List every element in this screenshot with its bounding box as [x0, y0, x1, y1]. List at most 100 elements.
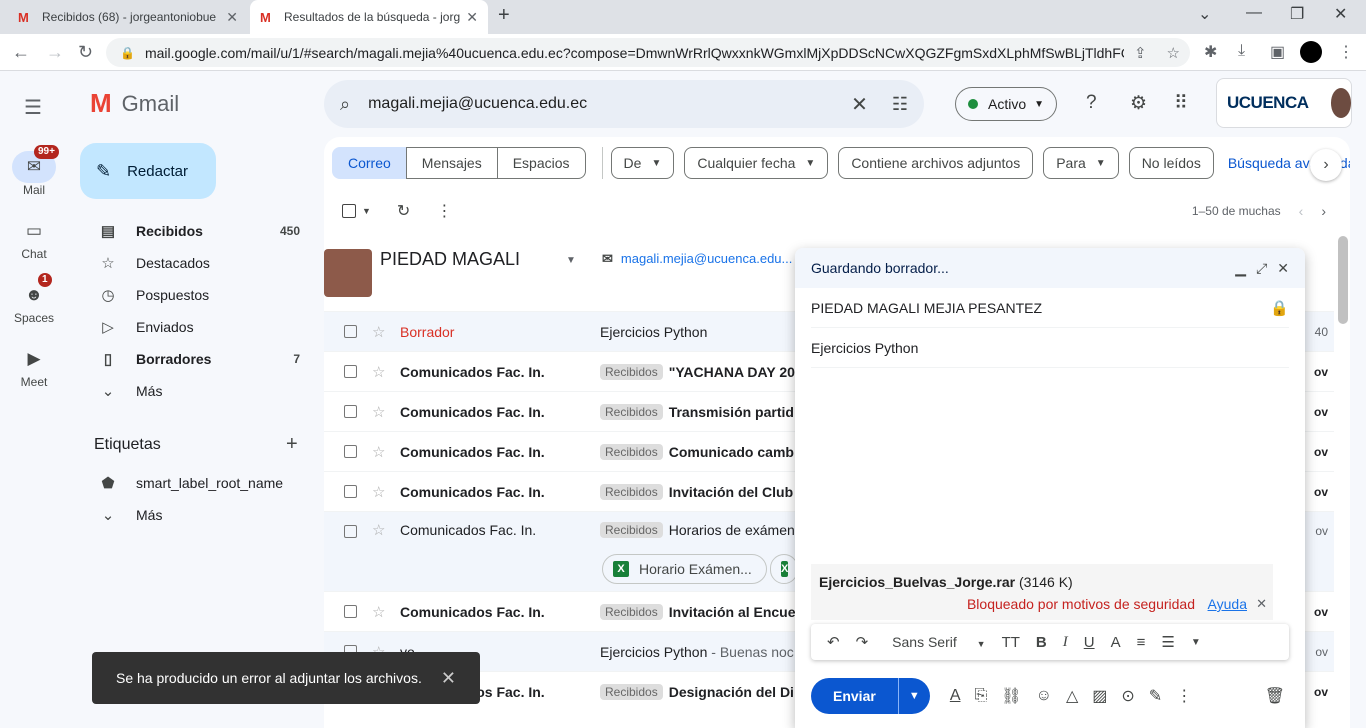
drive-icon[interactable]: △ [1066, 686, 1078, 706]
close-icon[interactable]: ✕ [1277, 260, 1289, 277]
chevron-right-icon[interactable]: › [1321, 203, 1326, 219]
browser-tab-search[interactable]: M Resultados de la búsqueda - jorg ✕ [250, 0, 488, 34]
send-button[interactable]: Enviar [811, 678, 898, 714]
chip-unread[interactable]: No leídos [1128, 147, 1214, 179]
help-link[interactable]: Ayuda [1208, 596, 1247, 612]
browser-menu-icon[interactable]: ⋮ [1338, 42, 1354, 62]
chip-to[interactable]: Para ▼ [1043, 147, 1119, 179]
star-icon[interactable]: ☆ [372, 323, 385, 341]
minimize-icon[interactable]: — [1246, 4, 1262, 22]
lock-icon[interactable]: 🔒 [120, 46, 135, 60]
formatting-options-icon[interactable]: A [950, 687, 961, 705]
attachment-chip[interactable]: X [770, 554, 798, 584]
gmail-logo[interactable]: M Gmail [90, 88, 179, 119]
trash-icon[interactable]: 🗑 [1265, 686, 1285, 706]
row-checkbox[interactable] [344, 485, 357, 498]
row-label[interactable]: Recibidos [600, 603, 663, 620]
star-icon[interactable]: ☆ [372, 403, 385, 421]
sidebar-item-sent[interactable]: ▷ Enviados [68, 311, 312, 343]
bold-icon[interactable]: B [1036, 634, 1047, 651]
contact-email[interactable]: ✉ magali.mejia@ucuenca.edu... [602, 251, 792, 267]
apps-grid-icon[interactable]: ⠿ [1174, 92, 1188, 115]
close-tab-icon[interactable]: ✕ [466, 9, 478, 26]
row-label[interactable]: Recibidos [600, 483, 663, 500]
sidebar-item-drafts[interactable]: ▯ Borradores 7 [68, 343, 312, 375]
sidebar-item-more[interactable]: ⌄ Más [68, 375, 312, 407]
account-button[interactable]: UCUENCA [1216, 78, 1352, 128]
download-icon[interactable]: ⤓ [1238, 42, 1245, 60]
profile-avatar[interactable] [1300, 41, 1322, 63]
clear-search-icon[interactable]: ✕ [851, 92, 868, 117]
signature-icon[interactable]: ✎ [1149, 686, 1162, 706]
side-panel-icon[interactable]: ▣ [1270, 42, 1285, 62]
row-checkbox[interactable] [344, 405, 357, 418]
sidebar-item-inbox[interactable]: ▤ Recibidos 450 [68, 215, 312, 247]
message-body[interactable] [811, 372, 1289, 558]
compose-button[interactable]: ✎ Redactar [80, 143, 216, 199]
row-checkbox[interactable] [344, 445, 357, 458]
attachment-chip[interactable]: X Horario Exámen... [602, 554, 767, 584]
star-icon[interactable]: ☆ [372, 443, 385, 461]
close-icon[interactable]: ✕ [1256, 596, 1267, 612]
sidebar-item-starred[interactable]: ☆ Destacados [68, 247, 312, 279]
confidential-mode-icon[interactable]: ⊙ [1121, 686, 1134, 706]
segment-mail[interactable]: Correo [332, 147, 407, 179]
attach-file-icon[interactable]: ⎘ [974, 687, 987, 705]
font-selector[interactable]: Sans Serif ▼ [884, 634, 985, 650]
reload-icon[interactable]: ↻ [78, 42, 93, 63]
minimize-icon[interactable]: ▁ [1235, 260, 1246, 277]
star-icon[interactable]: ☆ [372, 363, 385, 381]
select-all-checkbox[interactable] [342, 204, 356, 218]
rail-meet[interactable]: ▶ Meet [0, 343, 68, 389]
row-checkbox[interactable] [344, 605, 357, 618]
close-tab-icon[interactable]: ✕ [226, 9, 238, 26]
subject-field[interactable]: Ejercicios Python [811, 328, 1289, 368]
row-label[interactable]: Recibidos [600, 363, 663, 380]
sidebar-item-label-smart[interactable]: ⬟ smart_label_root_name [68, 467, 312, 499]
more-formatting-icon[interactable]: ▼ [1191, 637, 1201, 648]
compose-header[interactable]: Guardando borrador... ▁ ⤢ ✕ [795, 248, 1305, 288]
undo-icon[interactable]: ↶ [827, 633, 840, 651]
emoji-icon[interactable]: ☺ [1036, 687, 1052, 705]
tab-search-icon[interactable]: ⌄ [1198, 4, 1211, 24]
row-label[interactable]: Recibidos [600, 443, 663, 460]
refresh-icon[interactable]: ↻ [397, 201, 410, 221]
main-menu-icon[interactable]: ☰ [24, 95, 42, 120]
italic-icon[interactable]: I [1063, 634, 1068, 651]
url-field[interactable]: 🔒 mail.google.com/mail/u/1/#search/magal… [106, 38, 1190, 67]
search-input[interactable]: magali.mejia@ucuenca.edu.ec [368, 95, 851, 113]
recipient[interactable]: PIEDAD MAGALI MEJIA PESANTEZ [811, 300, 1270, 316]
chevron-down-icon[interactable]: ▼ [566, 255, 576, 266]
row-checkbox[interactable] [344, 525, 357, 538]
text-color-icon[interactable]: A [1111, 634, 1121, 651]
select-dropdown-icon[interactable]: ▼ [362, 206, 371, 216]
search-icon[interactable]: ⌕ [340, 94, 350, 115]
close-window-icon[interactable]: ✕ [1334, 4, 1347, 24]
status-selector[interactable]: Activo ▼ [955, 87, 1058, 121]
rail-spaces[interactable]: ☻ 1 Spaces [0, 273, 68, 325]
help-icon[interactable]: ? [1086, 92, 1097, 114]
sidebar-item-snoozed[interactable]: ◷ Pospuestos [68, 279, 312, 311]
star-icon[interactable]: ☆ [372, 521, 385, 539]
lock-icon[interactable]: 🔒 [1270, 299, 1289, 317]
row-checkbox[interactable] [344, 325, 357, 338]
close-icon[interactable]: ✕ [441, 668, 456, 689]
extensions-icon[interactable]: ✱ [1204, 42, 1217, 62]
bookmark-star-icon[interactable]: ☆ [1167, 44, 1180, 62]
gear-icon[interactable]: ⚙ [1130, 92, 1147, 115]
rail-mail[interactable]: ✉ 99+ Mail [0, 145, 68, 197]
star-icon[interactable]: ☆ [372, 483, 385, 501]
restore-icon[interactable]: ❐ [1290, 4, 1304, 24]
align-icon[interactable]: ≡ [1137, 634, 1146, 651]
chevron-left-icon[interactable]: ‹ [1299, 203, 1304, 219]
segment-spaces[interactable]: Espacios [496, 147, 586, 179]
row-checkbox[interactable] [344, 365, 357, 378]
numbered-list-icon[interactable]: ☰ [1161, 633, 1174, 651]
recipients-field[interactable]: PIEDAD MAGALI MEJIA PESANTEZ 🔒 [811, 288, 1289, 328]
row-label[interactable]: Recibidos [600, 403, 663, 420]
redo-icon[interactable]: ↷ [856, 633, 869, 651]
browser-tab-inbox[interactable]: M Recibidos (68) - jorgeantoniobue ✕ [8, 0, 248, 34]
new-tab-icon[interactable]: + [498, 4, 510, 27]
rail-chat[interactable]: ▭ Chat [0, 215, 68, 261]
back-icon[interactable]: ← [12, 42, 30, 63]
